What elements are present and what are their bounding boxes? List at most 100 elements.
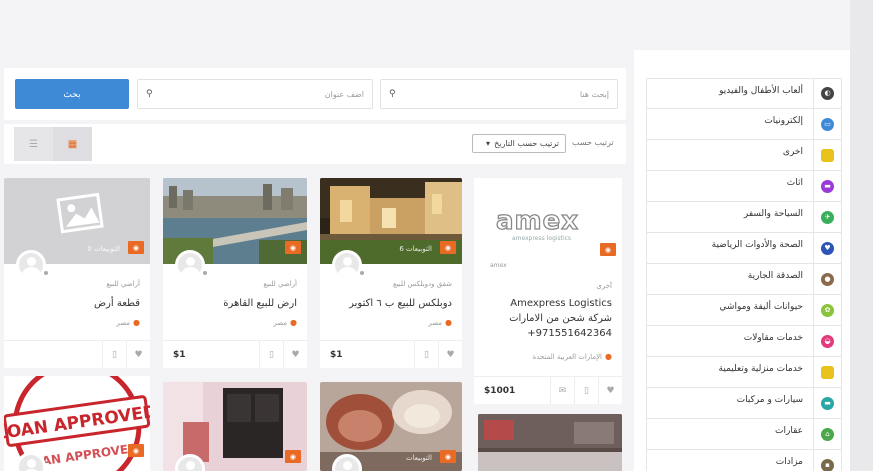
avatar[interactable] — [16, 250, 46, 280]
listing-title[interactable]: دوبلكس للبيع ب ٦ اكتوبر — [349, 296, 452, 311]
photo-count-text: 6 التوبيعات — [399, 245, 432, 253]
photo-count-badge: ◉ — [127, 241, 144, 254]
listing-card[interactable]: 6 التوبيعات ◉ شقق ودوبلكس للبيع دوبلكس ل… — [320, 178, 462, 368]
sidebar-item-real-estate[interactable]: عقارات ⌂ — [646, 419, 842, 450]
listing-category: شقق ودوبلكس للبيع — [392, 280, 452, 288]
listing-card[interactable]: ◉ — [163, 382, 307, 471]
listing-location: ●مصر — [116, 318, 140, 327]
listing-card[interactable]: التوبيعات ◉ — [320, 382, 462, 471]
sidebar-item-pets[interactable]: حيوانات أليفة ومواشي ✿ — [646, 295, 842, 326]
listing-card[interactable]: amex amexpress logistics ◉ amex آخرى Ame… — [474, 178, 622, 404]
heart-icon: ♥ — [821, 241, 834, 255]
online-status-dot — [202, 270, 208, 276]
bedroom-photo — [478, 414, 622, 471]
sidebar-icon-cell: ♥ — [813, 233, 841, 263]
sidebar-icon-cell: ✈ — [813, 202, 841, 232]
listing-card[interactable]: ◉ أراضي للبيع ارض للبيع القاهرة ●مصر $1 … — [163, 178, 307, 368]
avatar[interactable] — [175, 250, 205, 280]
location-field[interactable]: ⚲ اضف عنوان — [137, 79, 373, 109]
listing-footer: $1001 ✉ ▯ ♥ — [474, 376, 622, 404]
listing-card[interactable]: LOAN APPROVED LOAN APPROVED ◉ — [4, 376, 150, 471]
listing-title[interactable]: قطعة أرض — [94, 296, 140, 311]
avatar[interactable] — [332, 250, 362, 280]
online-status-dot — [359, 270, 365, 276]
listing-footer: $1 ▯ ♥ — [163, 340, 307, 368]
phone-icon[interactable]: ▯ — [259, 340, 283, 368]
phone-icon[interactable]: ▯ — [574, 376, 598, 404]
listing-card[interactable] — [478, 414, 622, 471]
sidebar-item-label: خدمات منزلية وتعليمية — [718, 364, 803, 374]
listing-title-line3: +971551642364 — [527, 328, 612, 339]
game-icon: ◐ — [821, 87, 834, 100]
photo-count-badge: ◉ — [284, 241, 301, 254]
sidebar-item-label: عقارات — [775, 426, 803, 436]
listing-location-text: مصر — [428, 319, 443, 327]
listing-card[interactable]: 0 التوبيعات ◉ أراضي للبيع قطعة أرض ●مصر … — [4, 178, 150, 368]
listing-location: ●مصر — [273, 318, 297, 327]
paw-icon: ✿ — [821, 303, 834, 317]
grid-view-icon[interactable]: ▦ — [53, 127, 92, 161]
sidebar-icon-cell: ▪ — [813, 450, 841, 471]
photo-count-badge: ◉ — [284, 450, 301, 463]
sidebar-item-auctions[interactable]: مزادات ▪ — [646, 450, 842, 471]
hands-icon: ● — [821, 272, 834, 286]
sidebar-item-health-sports[interactable]: الصحة والأدوات الرياضية ♥ — [646, 233, 842, 264]
photo-count-text: التوبيعات — [406, 454, 432, 462]
listing-title[interactable]: ارض للبيع القاهرة — [223, 296, 297, 311]
photo-count-text: 0 التوبيعات — [87, 245, 120, 253]
search-input[interactable]: ⚲ إبحث هنا — [380, 79, 618, 109]
car-icon: ▬ — [821, 396, 834, 410]
listing-price: $1 — [173, 349, 186, 360]
phone-icon[interactable]: ▯ — [102, 340, 126, 368]
sidebar-item-label: الصدقة الجارية — [747, 271, 803, 281]
sidebar-item-label: خدمات مقاولات — [743, 333, 803, 343]
sidebar-item-label: إلكترونيات — [764, 116, 803, 126]
amex-logo: amex — [495, 205, 580, 236]
sidebar-item-other[interactable]: اخرى — [646, 140, 842, 171]
sidebar-icon-cell: ● — [813, 264, 841, 294]
favorite-heart-icon[interactable]: ♥ — [283, 340, 307, 368]
online-status-dot — [43, 270, 49, 276]
listing-category: أراضي للبيع — [263, 280, 297, 288]
message-icon[interactable]: ✉ — [550, 376, 574, 404]
sidebar-item-label: اخرى — [782, 147, 803, 157]
sidebar-icon-cell: ◒ — [813, 326, 841, 356]
sidebar-icon-cell: ◐ — [813, 79, 841, 108]
chevron-down-icon: ▾ — [486, 139, 491, 148]
listing-title-line2: شركة شحن من الامارات — [509, 313, 612, 324]
listing-footer: $1 ▯ ♥ — [320, 340, 462, 368]
camera-icon: ◉ — [444, 243, 451, 252]
sidebar-item-label: سيارات و مركبات — [736, 395, 803, 405]
search-button[interactable]: بحث — [15, 79, 129, 109]
home-icon: ⌂ — [821, 427, 834, 441]
sort-dropdown[interactable]: ▾ ترتيب حسب التاريخ — [472, 134, 566, 153]
sidebar-item-home-services[interactable]: خدمات منزلية وتعليمية — [646, 357, 842, 388]
list-view-icon[interactable]: ☰ — [14, 127, 53, 161]
map-pin-icon: ● — [605, 352, 612, 361]
sidebar-item-label: مزادات — [775, 457, 803, 467]
favorite-heart-icon[interactable]: ♥ — [598, 376, 622, 404]
sidebar-icon-cell: ▬ — [813, 388, 841, 418]
sidebar-item-label: الصحة والأدوات الرياضية — [711, 240, 803, 250]
sidebar-item-cars[interactable]: سيارات و مركبات ▬ — [646, 388, 842, 419]
photo-count-badge: ◉ — [439, 450, 456, 463]
gavel-icon: ▪ — [821, 458, 834, 471]
listing-thumbnail[interactable]: amex amexpress logistics ◉ — [474, 178, 622, 264]
favorite-heart-icon[interactable]: ♥ — [438, 340, 462, 368]
sidebar-item-kids-games[interactable]: ألعاب الأطفال والفيديو ◐ — [646, 78, 842, 109]
sidebar-item-charity[interactable]: الصدقة الجارية ● — [646, 264, 842, 295]
sidebar-item-furniture[interactable]: اثاث ▬ — [646, 171, 842, 202]
listing-title[interactable]: Amexpress Logistics شركة شحن من الامارات… — [509, 296, 612, 341]
map-pin-icon: ● — [133, 318, 140, 327]
favorite-heart-icon[interactable]: ♥ — [126, 340, 150, 368]
photo-count-badge: ◉ — [599, 243, 616, 256]
monitor-icon: ▭ — [821, 117, 834, 131]
sidebar-item-electronics[interactable]: إلكترونيات ▭ — [646, 109, 842, 140]
folder-icon — [821, 148, 834, 162]
sidebar-icon-cell: ▬ — [813, 171, 841, 201]
sidebar-item-travel[interactable]: السياحة والسفر ✈ — [646, 202, 842, 233]
phone-icon[interactable]: ▯ — [414, 340, 438, 368]
sidebar-item-contracting[interactable]: خدمات مقاولات ◒ — [646, 326, 842, 357]
view-toggle: ☰ ▦ — [14, 127, 92, 161]
listing-location-text: مصر — [116, 319, 131, 327]
